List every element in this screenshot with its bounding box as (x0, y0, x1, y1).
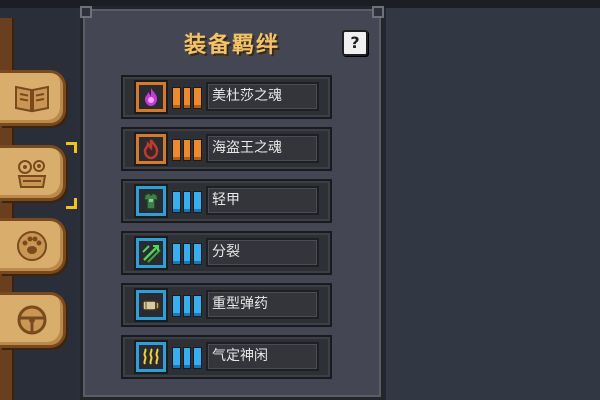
side-tab-paw[interactable] (0, 218, 66, 274)
bond-name: 分裂 (206, 238, 319, 267)
heavy-ammo-icon (142, 299, 160, 312)
panel-title: 装备羁绊 (183, 33, 280, 58)
bond-row[interactable]: 轻甲 (121, 179, 332, 223)
bond-tier-bars (172, 87, 203, 109)
bond-icon-frame (134, 132, 168, 166)
help-button[interactable]: ? (342, 30, 368, 56)
selection-bracket-top (66, 142, 77, 153)
bond-icon-frame (134, 288, 168, 322)
bond-tier-bars (172, 139, 203, 161)
bond-name: 轻甲 (206, 186, 319, 215)
side-tab-book[interactable] (0, 70, 66, 126)
bond-row[interactable]: 气定神闲 (121, 335, 332, 379)
bond-name: 美杜莎之魂 (206, 82, 319, 111)
equipment-bond-panel: 装备羁绊 ? 美杜莎之魂 海盗王之魂 轻甲 分裂 重型弹药 气定神闲 (80, 6, 384, 400)
bond-name: 气定神闲 (206, 342, 319, 371)
bond-icon-frame (134, 184, 168, 218)
bond-icon-frame (134, 236, 168, 270)
side-tab-steering[interactable] (0, 292, 66, 348)
bond-name: 重型弹药 (206, 290, 319, 319)
bond-row[interactable]: 分裂 (121, 231, 332, 275)
bond-name: 海盗王之魂 (206, 134, 319, 163)
bond-tier-bars (172, 295, 203, 317)
bond-row[interactable]: 海盗王之魂 (121, 127, 332, 171)
split-arrows-icon (142, 245, 161, 263)
side-tab-gear-clouds[interactable] (0, 145, 66, 201)
paw-icon (16, 231, 47, 261)
panel-rivet (372, 6, 384, 18)
bond-tier-bars (172, 347, 203, 369)
panel-rivet (80, 6, 92, 18)
bond-row[interactable]: 美杜莎之魂 (121, 75, 332, 119)
bond-row[interactable]: 重型弹药 (121, 283, 332, 327)
book-icon (14, 85, 49, 113)
bond-icon-frame (134, 340, 168, 374)
steering-wheel-icon (17, 305, 46, 335)
gear-clouds-icon (17, 160, 46, 188)
bond-tier-bars (172, 243, 203, 265)
calm-aura-icon (143, 348, 159, 365)
right-background-panel (384, 8, 600, 400)
purple-flame-icon (145, 88, 157, 106)
selection-bracket-bottom (66, 198, 77, 209)
bond-icon-frame (134, 80, 168, 114)
light-armor-icon (143, 192, 159, 210)
bond-tier-bars (172, 191, 203, 213)
red-flame-icon (143, 139, 159, 160)
